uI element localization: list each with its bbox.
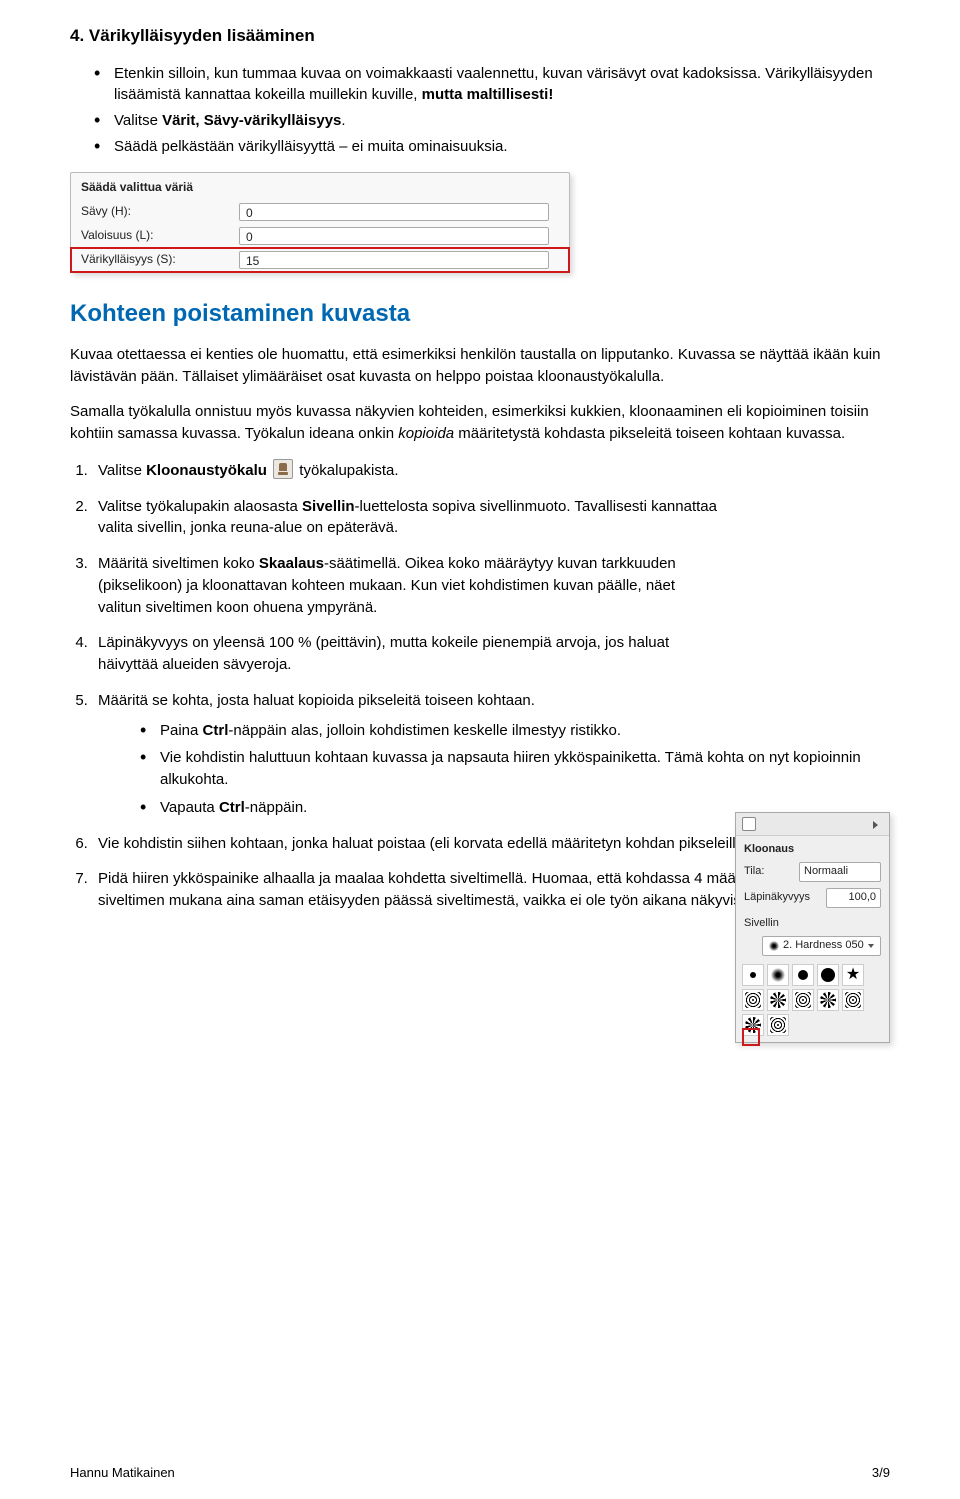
- brush-swatch[interactable]: [767, 989, 789, 1011]
- panel-label: Sävy (H):: [81, 203, 231, 220]
- text: Valitse työkalupakin alaosasta: [98, 498, 302, 515]
- step-item: Määritä siveltimen koko Skaalaus-säätime…: [92, 553, 717, 618]
- text: Vapauta: [160, 799, 219, 816]
- text-bold: Skaalaus: [259, 555, 324, 572]
- brush-swatch[interactable]: [842, 989, 864, 1011]
- text-italic: kopioida: [398, 425, 454, 442]
- section4-bullet-list: Etenkin silloin, kun tummaa kuvaa on voi…: [90, 63, 890, 158]
- brush-preview-icon: [769, 941, 779, 951]
- hsl-panel-figure: Säädä valittua väriä Sävy (H): 0 Valoisu…: [70, 172, 570, 273]
- step-item: Valitse Kloonaustyökalu työkalupakista.: [92, 459, 890, 482]
- text-bold: Sivellin: [302, 498, 355, 515]
- panel-row-hue: Sävy (H): 0: [71, 200, 569, 224]
- footer-page: 3/9: [872, 1464, 890, 1483]
- list-item: Säädä pelkästään värikylläisyyttä – ei m…: [90, 136, 890, 158]
- text-bold: Värit, Sävy-värikylläisyys: [162, 112, 341, 129]
- palette-mode-row: Tila: Normaali: [736, 860, 889, 886]
- panel-title: Säädä valittua väriä: [71, 173, 569, 200]
- opacity-input[interactable]: 100,0: [826, 888, 881, 908]
- nested-list: Paina Ctrl-näppäin alas, jolloin kohdist…: [136, 720, 890, 819]
- brush-swatch[interactable]: [792, 964, 814, 986]
- label: Sivellin: [744, 917, 779, 929]
- list-item: Vapauta Ctrl-näppäin.: [136, 797, 890, 819]
- clone-tool-icon: [273, 459, 293, 479]
- text: Määritä siveltimen koko: [98, 555, 259, 572]
- panel-row-saturation: Värikylläisyys (S): 15: [71, 248, 569, 272]
- section-heading: 4. Värikylläisyyden lisääminen: [70, 24, 890, 49]
- label: Tila:: [744, 864, 764, 880]
- panel-value[interactable]: 0: [239, 227, 549, 245]
- text-bold: Ctrl: [219, 799, 245, 816]
- text-bold: mutta maltillisesti!: [422, 86, 554, 103]
- text: .: [341, 112, 345, 129]
- footer: Hannu Matikainen 3/9: [70, 1464, 890, 1483]
- list-item: Etenkin silloin, kun tummaa kuvaa on voi…: [90, 63, 890, 107]
- text: Paina: [160, 722, 203, 739]
- text: Läpinäkyvyys on yleensä 100 % (peittävin…: [98, 634, 669, 673]
- list-item: Vie kohdistin haluttuun kohtaan kuvassa …: [136, 747, 890, 791]
- panel-label: Värikylläisyys (S):: [81, 251, 231, 268]
- text: -näppäin alas, jolloin kohdistimen keske…: [228, 722, 621, 739]
- highlight-box: [742, 1028, 760, 1046]
- brush-select[interactable]: 2. Hardness 050: [762, 936, 881, 956]
- palette-opacity-row: Läpinäkyvyys 100,0: [736, 886, 889, 912]
- brush-swatch[interactable]: [742, 989, 764, 1011]
- step-item: Määritä se kohta, josta haluat kopioida …: [92, 690, 890, 819]
- text: Valitse: [114, 112, 162, 129]
- brush-swatch[interactable]: [742, 964, 764, 986]
- brush-name: 2. Hardness 050: [783, 938, 864, 954]
- text: Määritä se kohta, josta haluat kopioida …: [98, 692, 535, 709]
- list-item: Valitse Värit, Sävy-värikylläisyys.: [90, 110, 890, 132]
- text-bold: Ctrl: [203, 722, 229, 739]
- paragraph: Kuvaa otettaessa ei kenties ole huomattu…: [70, 344, 890, 388]
- panel-value[interactable]: 15: [239, 251, 549, 269]
- text: työkalupakista.: [299, 462, 398, 479]
- brush-swatch[interactable]: [767, 1014, 789, 1036]
- text: Valitse: [98, 462, 146, 479]
- brush-swatch[interactable]: [767, 964, 789, 986]
- stamp-icon: [742, 817, 756, 831]
- footer-author: Hannu Matikainen: [70, 1464, 175, 1483]
- label: Läpinäkyvyys: [744, 890, 810, 906]
- mode-select[interactable]: Normaali: [799, 862, 881, 882]
- brush-swatch[interactable]: [817, 964, 839, 986]
- text: Vie kohdistin siihen kohtaan, jonka halu…: [98, 835, 753, 852]
- palette-title: Kloonaus: [736, 836, 889, 860]
- text: -näppäin.: [245, 799, 308, 816]
- brush-swatch[interactable]: [792, 989, 814, 1011]
- panel-value[interactable]: 0: [239, 203, 549, 221]
- collapse-icon[interactable]: [871, 818, 883, 830]
- panel-row-lightness: Valoisuus (L): 0: [71, 224, 569, 248]
- clone-palette-figure: Kloonaus Tila: Normaali Läpinäkyvyys 100…: [735, 812, 890, 1043]
- list-item: Paina Ctrl-näppäin alas, jolloin kohdist…: [136, 720, 890, 742]
- main-heading: Kohteen poistaminen kuvasta: [70, 297, 890, 332]
- step-item: Valitse työkalupakin alaosasta Sivellin-…: [92, 496, 717, 540]
- text: määritetystä kohdasta pikseleitä toiseen…: [454, 425, 845, 442]
- brush-swatch[interactable]: [817, 989, 839, 1011]
- text: Säädä pelkästään värikylläisyyttä – ei m…: [114, 138, 508, 155]
- panel-label: Valoisuus (L):: [81, 227, 231, 244]
- paragraph: Samalla työkalulla onnistuu myös kuvassa…: [70, 401, 890, 445]
- text: Vie kohdistin haluttuun kohtaan kuvassa …: [160, 749, 861, 788]
- step-item: Läpinäkyvyys on yleensä 100 % (peittävin…: [92, 632, 717, 676]
- palette-brush-section: Sivellin: [736, 912, 889, 932]
- brush-swatch[interactable]: ★: [842, 964, 864, 986]
- text-bold: Kloonaustyökalu: [146, 462, 267, 479]
